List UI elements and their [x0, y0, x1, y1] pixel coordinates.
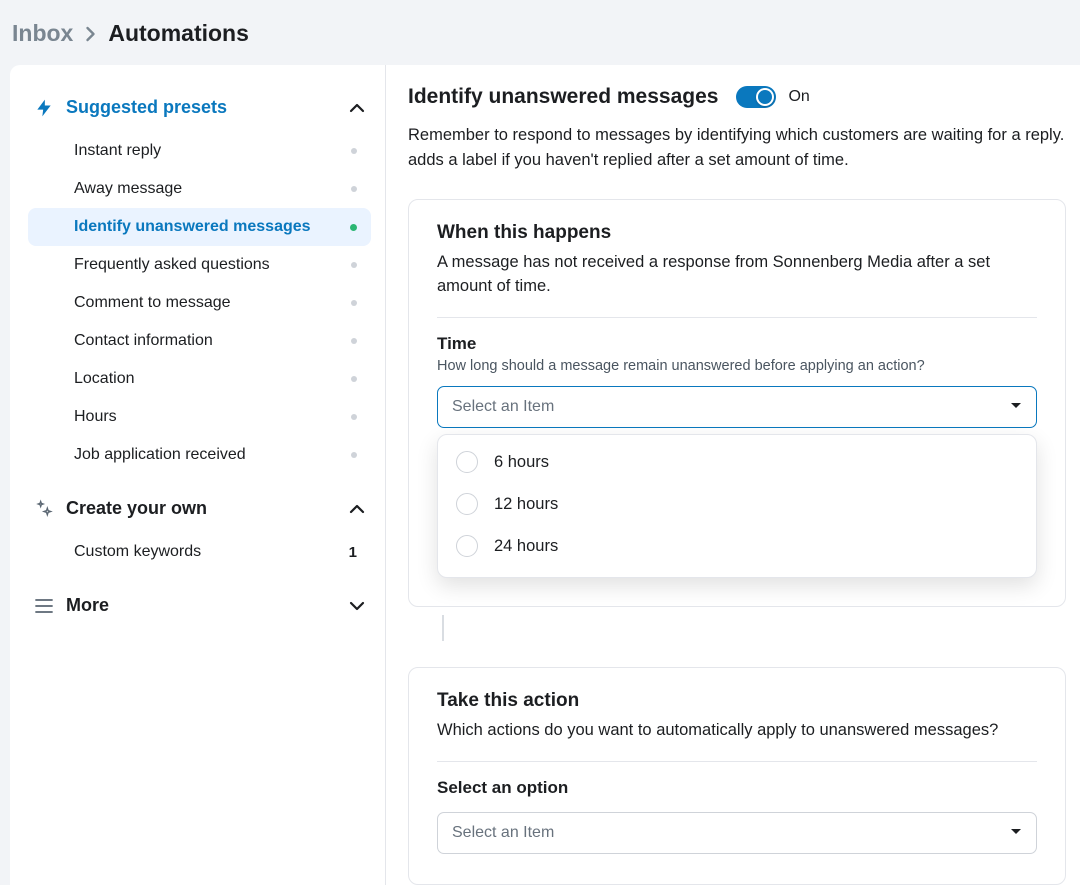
sidebar-item-count: 1 [349, 544, 357, 561]
divider [437, 317, 1037, 318]
chevron-right-icon [85, 26, 96, 42]
time-dropdown: 6 hours 12 hours 24 hours [437, 434, 1037, 578]
breadcrumb-parent[interactable]: Inbox [12, 20, 73, 47]
action-option-label: Select an option [437, 778, 1037, 798]
sidebar-item-label: Frequently asked questions [74, 256, 351, 274]
divider [437, 761, 1037, 762]
sparkle-icon [34, 499, 54, 519]
sidebar-item-custom-keywords[interactable]: Custom keywords 1 [28, 533, 371, 571]
radio-icon [456, 535, 478, 557]
status-dot-icon [351, 262, 357, 268]
sidebar-item-instant-reply[interactable]: Instant reply [28, 132, 371, 170]
sidebar-item-away-message[interactable]: Away message [28, 170, 371, 208]
action-subtitle: Which actions do you want to automatical… [437, 718, 1037, 743]
sidebar-item-label: Contact information [74, 332, 351, 350]
time-select-placeholder: Select an Item [452, 398, 554, 416]
sidebar-item-label: Identify unanswered messages [74, 218, 350, 236]
action-heading: Take this action [437, 690, 1037, 712]
time-option-12h[interactable]: 12 hours [448, 483, 1026, 525]
sidebar-item-job-application[interactable]: Job application received [28, 436, 371, 474]
menu-icon [34, 598, 54, 614]
main-header: Identify unanswered messages On [408, 85, 1080, 109]
status-dot-active-icon [350, 224, 357, 231]
status-dot-icon [351, 338, 357, 344]
toggle-wrap: On [736, 86, 809, 108]
sidebar-item-label: Custom keywords [74, 543, 349, 561]
trigger-subtitle: A message has not received a response fr… [437, 250, 1037, 300]
radio-icon [456, 451, 478, 473]
action-select-placeholder: Select an Item [452, 824, 554, 842]
sidebar-more-title: More [66, 595, 109, 616]
sidebar-item-label: Away message [74, 180, 351, 198]
sidebar-section-suggested[interactable]: Suggested presets [28, 87, 371, 128]
status-dot-icon [351, 148, 357, 154]
status-dot-icon [351, 414, 357, 420]
trigger-card: When this happens A message has not rece… [408, 199, 1066, 608]
page-title: Identify unanswered messages [408, 85, 718, 109]
action-select[interactable]: Select an Item [437, 812, 1037, 854]
chevron-up-icon [349, 102, 365, 114]
option-label: 24 hours [494, 537, 558, 556]
card-connector [442, 615, 444, 641]
sidebar-item-label: Job application received [74, 446, 351, 464]
bolt-icon [34, 98, 54, 118]
sidebar-item-label: Hours [74, 408, 351, 426]
status-dot-icon [351, 300, 357, 306]
sidebar-section-more[interactable]: More [28, 585, 371, 626]
sidebar-item-identify-unanswered[interactable]: Identify unanswered messages [28, 208, 371, 246]
sidebar-item-hours[interactable]: Hours [28, 398, 371, 436]
sidebar-item-label: Location [74, 370, 351, 388]
time-select[interactable]: Select an Item [437, 386, 1037, 428]
breadcrumb: Inbox Automations [0, 0, 1080, 65]
option-label: 12 hours [494, 495, 558, 514]
option-label: 6 hours [494, 453, 549, 472]
main-content: Identify unanswered messages On Remember… [386, 65, 1080, 885]
sidebar-item-location[interactable]: Location [28, 360, 371, 398]
sidebar-own-title: Create your own [66, 498, 207, 519]
chevron-up-icon [349, 503, 365, 515]
sidebar-own-list: Custom keywords 1 [28, 533, 371, 571]
toggle-label: On [788, 88, 809, 106]
radio-icon [456, 493, 478, 515]
time-option-6h[interactable]: 6 hours [448, 441, 1026, 483]
caret-down-icon [1010, 828, 1022, 836]
sidebar-suggested-title: Suggested presets [66, 97, 227, 118]
chevron-down-icon [349, 600, 365, 612]
main-panel: Suggested presets Instant reply Away mes… [10, 65, 1080, 885]
sidebar-item-faq[interactable]: Frequently asked questions [28, 246, 371, 284]
status-dot-icon [351, 452, 357, 458]
automation-toggle[interactable] [736, 86, 776, 108]
sidebar-section-create-own[interactable]: Create your own [28, 488, 371, 529]
sidebar-preset-list: Instant reply Away message Identify unan… [28, 132, 371, 474]
trigger-heading: When this happens [437, 222, 1037, 244]
sidebar: Suggested presets Instant reply Away mes… [10, 65, 386, 885]
automation-description: Remember to respond to messages by ident… [408, 123, 1080, 173]
status-dot-icon [351, 376, 357, 382]
time-option-24h[interactable]: 24 hours [448, 525, 1026, 567]
sidebar-item-label: Comment to message [74, 294, 351, 312]
sidebar-item-comment-to-message[interactable]: Comment to message [28, 284, 371, 322]
time-field-label: Time [437, 334, 1037, 354]
caret-down-icon [1010, 402, 1022, 410]
action-card: Take this action Which actions do you wa… [408, 667, 1066, 885]
time-field-help: How long should a message remain unanswe… [437, 358, 1037, 374]
sidebar-item-contact-info[interactable]: Contact information [28, 322, 371, 360]
breadcrumb-current: Automations [108, 20, 249, 47]
status-dot-icon [351, 186, 357, 192]
sidebar-item-label: Instant reply [74, 142, 351, 160]
